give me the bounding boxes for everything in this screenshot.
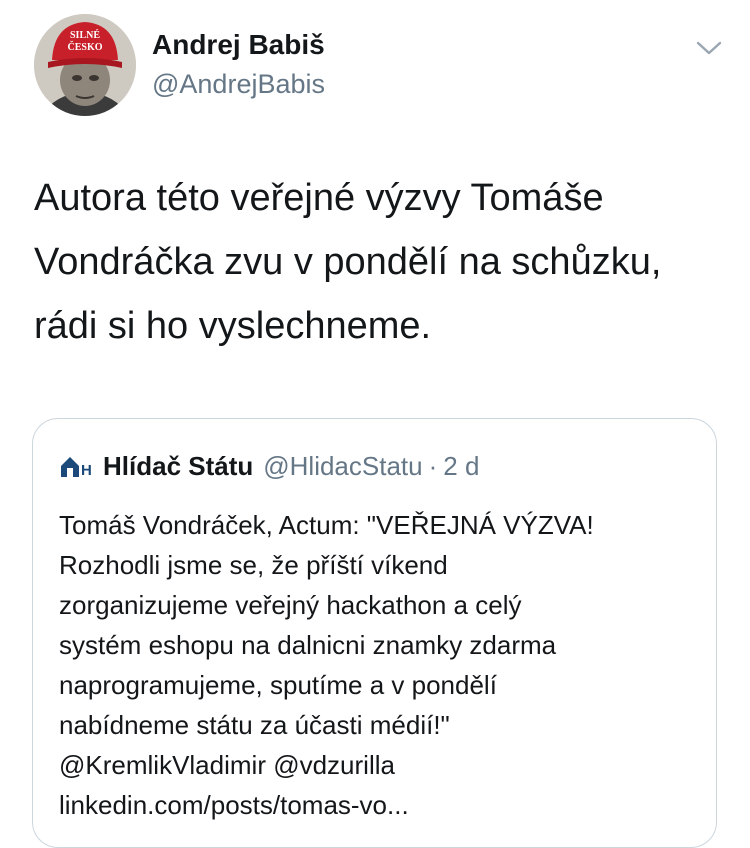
quoted-link[interactable]: linkedin.com/posts/tomas-vo... <box>59 785 709 825</box>
author-handle[interactable]: @AndrejBabis <box>152 69 325 100</box>
tweet-text-line: Vondráčka zvu v pondělí na schůzku, <box>34 241 662 283</box>
quoted-text-line: naprogramujeme, sputíme a v pondělí <box>59 670 497 700</box>
tweet-text-line: Autora této veřejné výzvy Tomáše <box>34 177 604 219</box>
tweet-text: Autora této veřejné výzvy Tomáše Vondráč… <box>34 166 734 358</box>
quoted-tweet-text: Tomáš Vondráček, Actum: "VEŘEJNÁ VÝZVA! … <box>59 505 709 825</box>
svg-text:H: H <box>81 462 92 479</box>
quoted-text-line: Rozhodli jsme se, že příští víkend <box>59 550 448 580</box>
author-name[interactable]: Andrej Babiš <box>152 29 325 61</box>
quoted-text-line: Tomáš Vondráček, Actum: "VEŘEJNÁ VÝZVA! <box>59 510 594 540</box>
quoted-tweet-card[interactable]: H Hlídač Státu @HlidacStatu · 2 d Tomáš … <box>32 418 717 848</box>
tweet-text-line: rádi si ho vyslechneme. <box>34 305 432 347</box>
avatar-cap-line2: ČESKO <box>67 40 102 53</box>
quoted-author-handle[interactable]: @HlidacStatu <box>263 451 422 482</box>
chevron-down-icon[interactable] <box>695 38 723 58</box>
quoted-mentions[interactable]: @KremlikVladimir @vdzurilla <box>59 745 709 785</box>
quoted-timestamp[interactable]: 2 d <box>443 451 479 482</box>
quoted-author-name[interactable]: Hlídač Státu <box>103 451 253 482</box>
quoted-tweet-header: H Hlídač Státu @HlidacStatu · 2 d <box>59 449 479 483</box>
quoted-text-line: systém eshopu na dalnicni znamky zdarma <box>59 630 557 660</box>
avatar-cap-line1: SILNÉ <box>70 29 100 41</box>
quoted-text-line: zorganizujeme veřejný hackathon a celý <box>59 590 522 620</box>
header-separator: · <box>428 450 438 481</box>
quoted-text-line: nabídneme státu za účasti médií!" <box>59 710 450 740</box>
author-avatar[interactable]: SILNÉ ČESKO <box>34 14 136 116</box>
hlidac-statu-logo-icon: H <box>61 457 92 479</box>
avatar-image: SILNÉ ČESKO <box>34 14 136 116</box>
